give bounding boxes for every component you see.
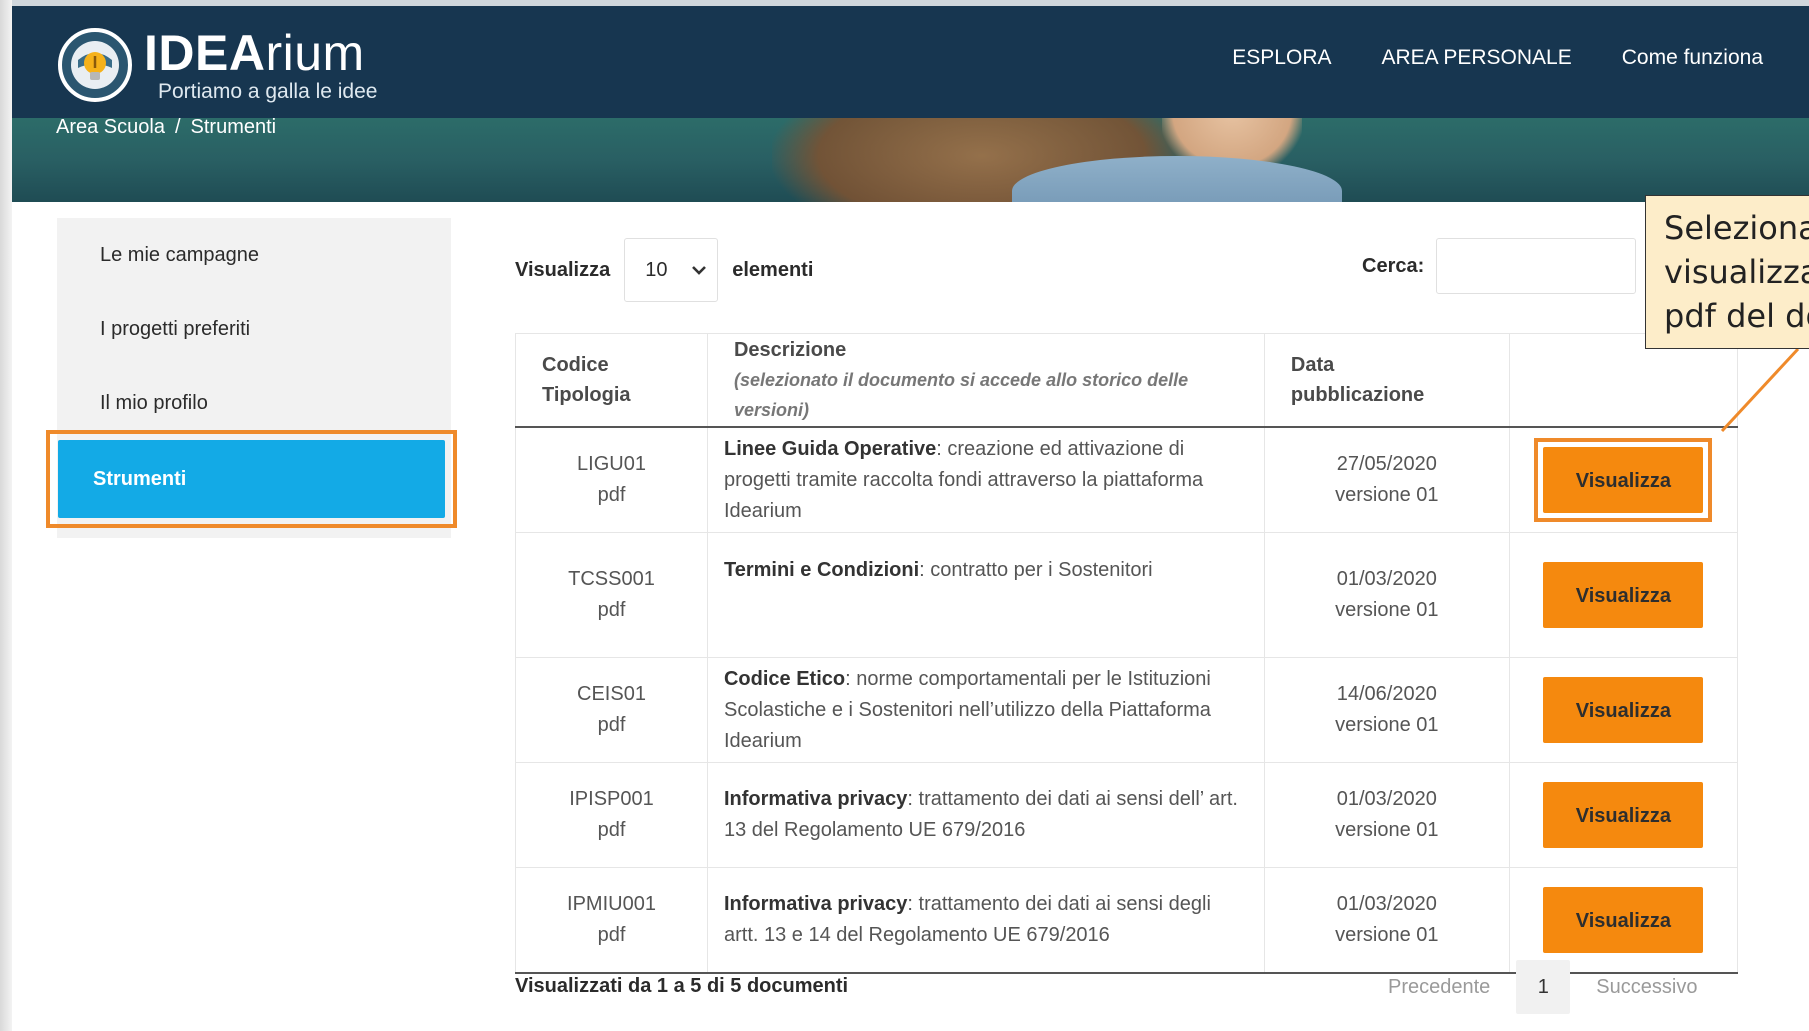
cell-action: Visualizza bbox=[1508, 657, 1739, 763]
logo-title: IDEArium bbox=[144, 25, 365, 81]
breadcrumb-separator: / bbox=[174, 116, 181, 138]
visualizza-button[interactable]: Visualizza bbox=[1543, 677, 1704, 743]
header-descrizione-note: (selezionato il documento si accede allo… bbox=[733, 370, 1189, 420]
sidebar-item-preferiti[interactable]: I progetti preferiti bbox=[57, 292, 451, 366]
page-size-value: 10 bbox=[645, 258, 668, 281]
header-descrizione[interactable]: Descrizione (selezionato il documento si … bbox=[706, 333, 1265, 428]
page-length-control: Visualizza 10 elementi bbox=[515, 238, 813, 302]
cell-code: IPMIU001 pdf bbox=[515, 867, 708, 974]
breadcrumb-strumenti: Strumenti bbox=[190, 116, 277, 138]
cell-code: IPISP001 pdf bbox=[515, 762, 708, 868]
cell-action: Visualizza bbox=[1508, 762, 1739, 868]
visualizza-button[interactable]: Visualizza bbox=[1543, 562, 1704, 628]
cell-description[interactable]: Termini e Condizioni: contratto per i So… bbox=[706, 532, 1265, 658]
pagination: Precedente 1 Successivo bbox=[1380, 960, 1705, 1014]
logo-tagline: Portiamo a galla le idee bbox=[158, 80, 378, 103]
main-nav: ESPLORA AREA PERSONALE Come funziona bbox=[1232, 46, 1763, 70]
highlight-box-strumenti: Strumenti bbox=[46, 430, 457, 528]
cell-code: CEIS01 pdf bbox=[515, 657, 708, 763]
lightbulb-icon bbox=[58, 28, 132, 102]
nav-esplora[interactable]: ESPLORA bbox=[1232, 46, 1331, 70]
breadcrumb: Area Scuola / Strumenti bbox=[56, 116, 276, 139]
page-size-select[interactable]: 10 bbox=[624, 238, 719, 302]
cell-code: LIGU01 pdf bbox=[515, 426, 708, 533]
cell-action: Visualizza bbox=[1508, 426, 1739, 533]
table-info: Visualizzati da 1 a 5 di 5 documenti bbox=[515, 975, 849, 997]
cell-date: 01/03/2020 versione 01 bbox=[1263, 762, 1510, 868]
table-row[interactable]: TCSS001 pdf Termini e Condizioni: contrat… bbox=[515, 532, 1739, 658]
documents-table: Codice Tipologia Descrizione (selezionato … bbox=[515, 333, 1739, 974]
header-data-pubblicazione[interactable]: Data pubblicazione bbox=[1263, 333, 1510, 428]
pagination-next[interactable]: Successivo bbox=[1588, 976, 1705, 999]
sidebar-item-campagne[interactable]: Le mie campagne bbox=[57, 218, 451, 292]
table-row[interactable]: CEIS01 pdf Codice Etico: norme comportame… bbox=[515, 657, 1739, 763]
callout-line-1: Seleziona bbox=[1664, 209, 1809, 247]
sidebar-item-profilo[interactable]: Il mio profilo bbox=[57, 366, 451, 440]
cell-action: Visualizza bbox=[1508, 532, 1739, 658]
cell-date: 01/03/2020 versione 01 bbox=[1263, 532, 1510, 658]
breadcrumb-area-scuola[interactable]: Area Scuola bbox=[56, 116, 165, 138]
window-frame-left bbox=[0, 0, 12, 1031]
callout-line-3: pdf del do bbox=[1664, 297, 1809, 335]
cell-action: Visualizza bbox=[1508, 867, 1739, 974]
table-row[interactable]: IPMIU001 pdf Informativa privacy: trattam… bbox=[515, 867, 1739, 974]
cell-description[interactable]: Informativa privacy: trattamento dei dat… bbox=[706, 867, 1265, 974]
nav-area-personale[interactable]: AREA PERSONALE bbox=[1382, 46, 1572, 70]
table-row[interactable]: IPISP001 pdf Informativa privacy: trattam… bbox=[515, 762, 1739, 868]
sidebar-item-strumenti[interactable]: Strumenti bbox=[58, 440, 445, 518]
cell-date: 27/05/2020 versione 01 bbox=[1263, 426, 1510, 533]
table-header-row: Codice Tipologia Descrizione (selezionato … bbox=[515, 333, 1739, 428]
cell-date: 14/06/2020 versione 01 bbox=[1263, 657, 1510, 763]
highlight-box-visualizza: Visualizza bbox=[1534, 438, 1713, 522]
header-codice-tipologia[interactable]: Codice Tipologia bbox=[515, 333, 708, 428]
chevron-down-icon bbox=[692, 266, 707, 275]
pagination-previous[interactable]: Precedente bbox=[1380, 976, 1498, 999]
show-label: Visualizza bbox=[515, 258, 611, 281]
site-header: IDEArium Portiamo a galla le idee ESPLOR… bbox=[12, 6, 1809, 202]
visualizza-button[interactable]: Visualizza bbox=[1543, 887, 1704, 953]
callout-line-2: visualizza bbox=[1664, 253, 1809, 291]
search-input[interactable] bbox=[1436, 238, 1637, 294]
cell-description[interactable]: Linee Guida Operative: creazione ed atti… bbox=[706, 426, 1265, 533]
tutorial-callout: Seleziona visualizza pdf del do bbox=[1645, 195, 1809, 349]
cell-description[interactable]: Codice Etico: norme comportamentali per … bbox=[706, 657, 1265, 763]
search-label: Cerca: bbox=[1362, 254, 1425, 277]
sidebar: Le mie campagne I progetti preferiti Il … bbox=[46, 218, 457, 538]
pagination-page-1[interactable]: 1 bbox=[1516, 960, 1571, 1014]
elements-label: elementi bbox=[732, 258, 814, 281]
visualizza-button[interactable]: Visualizza bbox=[1543, 782, 1704, 848]
table-row[interactable]: LIGU01 pdf Linee Guida Operative: creazio… bbox=[515, 426, 1739, 533]
nav-come-funziona[interactable]: Come funziona bbox=[1622, 46, 1763, 70]
search-control: Cerca: bbox=[1362, 238, 1637, 294]
cell-code: TCSS001 pdf bbox=[515, 532, 708, 658]
visualizza-button[interactable]: Visualizza bbox=[1543, 447, 1704, 513]
cell-date: 01/03/2020 versione 01 bbox=[1263, 867, 1510, 974]
cell-description[interactable]: Informativa privacy: trattamento dei dat… bbox=[706, 762, 1265, 868]
